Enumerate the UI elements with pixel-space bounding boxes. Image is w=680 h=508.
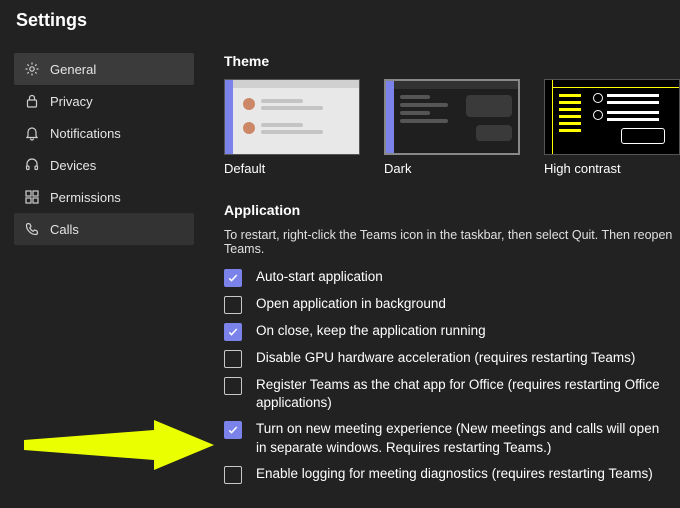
application-heading: Application [224,202,680,218]
theme-option-high-contrast[interactable]: High contrast [544,79,680,176]
check-auto-start[interactable]: Auto-start application [224,268,680,287]
sidebar-item-label: Calls [50,222,79,237]
theme-options: Default Dark [224,79,680,176]
check-register-office[interactable]: Register Teams as the chat app for Offic… [224,376,680,412]
bell-icon [24,125,40,141]
settings-main: Theme Default [224,53,680,508]
check-new-meeting-experience[interactable]: Turn on new meeting experience (New meet… [224,420,680,456]
check-on-close-keep-running[interactable]: On close, keep the application running [224,322,680,341]
page-title: Settings [16,10,666,31]
checkbox-icon [224,323,242,341]
sidebar-item-label: General [50,62,96,77]
application-options: Auto-start application Open application … [224,268,680,484]
apps-icon [24,189,40,205]
checkbox-icon [224,377,242,395]
theme-option-default[interactable]: Default [224,79,360,176]
checkbox-icon [224,296,242,314]
checkbox-icon [224,421,242,439]
check-label: Turn on new meeting experience (New meet… [256,420,666,456]
sidebar-item-calls[interactable]: Calls [14,213,194,245]
sidebar-item-notifications[interactable]: Notifications [14,117,194,149]
checkbox-icon [224,466,242,484]
check-open-background[interactable]: Open application in background [224,295,680,314]
check-label: Open application in background [256,295,446,313]
sidebar-item-permissions[interactable]: Permissions [14,181,194,213]
theme-label: High contrast [544,161,680,176]
theme-label: Default [224,161,360,176]
sidebar-item-label: Privacy [50,94,93,109]
check-label: Disable GPU hardware acceleration (requi… [256,349,635,367]
sidebar-item-devices[interactable]: Devices [14,149,194,181]
theme-label: Dark [384,161,520,176]
sidebar-item-label: Permissions [50,190,121,205]
lock-icon [24,93,40,109]
sidebar: General Privacy Notifications Devices [14,53,194,508]
check-label: On close, keep the application running [256,322,486,340]
headset-icon [24,157,40,173]
theme-thumbnail-dark [384,79,520,155]
check-label: Enable logging for meeting diagnostics (… [256,465,653,483]
gear-icon [24,61,40,77]
theme-thumbnail-high-contrast [544,79,680,155]
check-label: Register Teams as the chat app for Offic… [256,376,666,412]
theme-heading: Theme [224,53,680,69]
sidebar-item-privacy[interactable]: Privacy [14,85,194,117]
phone-icon [24,221,40,237]
sidebar-item-label: Devices [50,158,96,173]
checkbox-icon [224,350,242,368]
check-label: Auto-start application [256,268,383,286]
check-enable-logging[interactable]: Enable logging for meeting diagnostics (… [224,465,680,484]
theme-thumbnail-default [224,79,360,155]
sidebar-item-label: Notifications [50,126,121,141]
application-help-text: To restart, right-click the Teams icon i… [224,228,680,256]
theme-option-dark[interactable]: Dark [384,79,520,176]
sidebar-item-general[interactable]: General [14,53,194,85]
check-disable-gpu[interactable]: Disable GPU hardware acceleration (requi… [224,349,680,368]
checkbox-icon [224,269,242,287]
